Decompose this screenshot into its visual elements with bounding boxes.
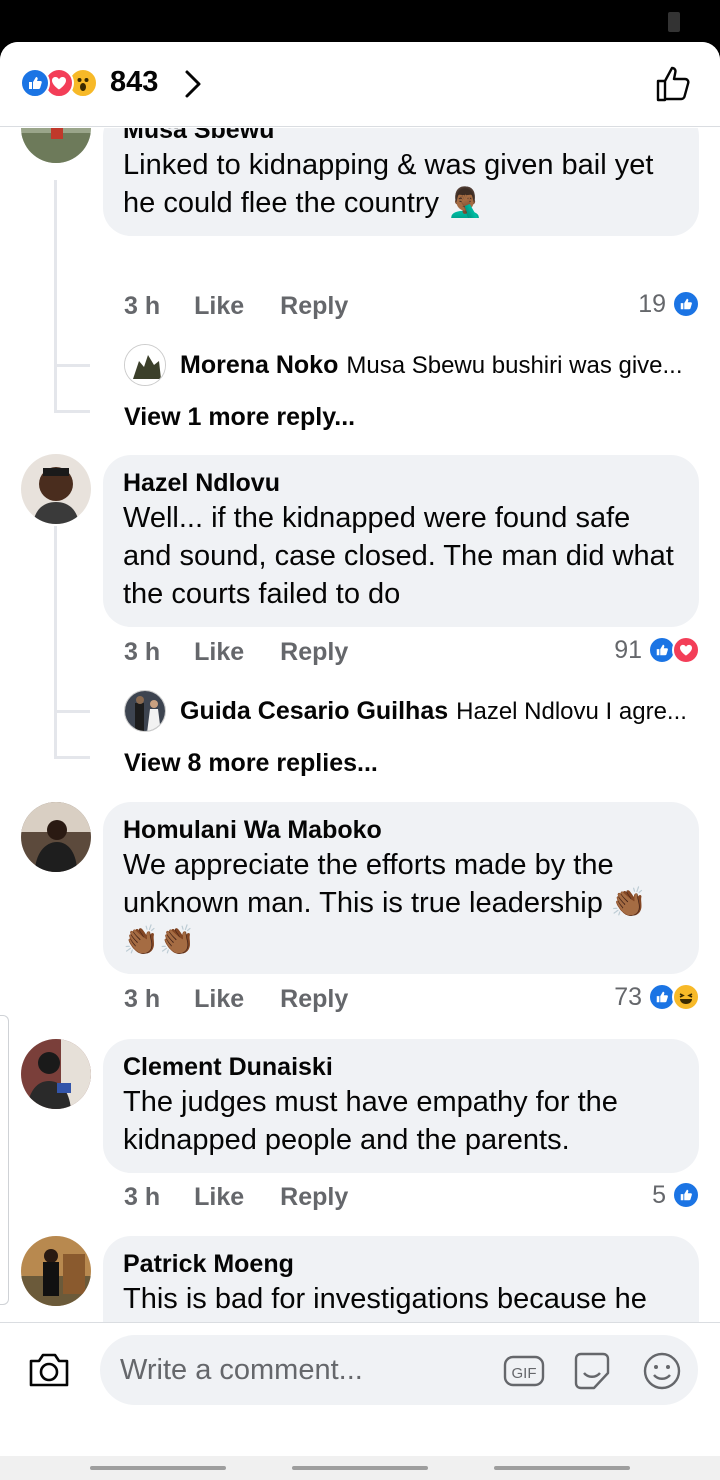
avatar[interactable]: [21, 128, 91, 163]
comment-bubble[interactable]: Hazel Ndlovu Well... if the kidnapped we…: [103, 455, 699, 627]
comment-reactions[interactable]: 73: [614, 977, 700, 1017]
like-icon: [672, 290, 700, 318]
comment-reactions[interactable]: 5: [652, 1175, 700, 1215]
comment-actions: 3 h Like Reply: [124, 286, 348, 326]
comment-text: Linked to kidnapping & was given bail ye…: [123, 149, 654, 219]
comment-reactions[interactable]: 19: [638, 284, 700, 324]
reply-button[interactable]: Reply: [280, 985, 348, 1014]
avatar[interactable]: [124, 690, 166, 732]
status-bar: [0, 0, 720, 44]
view-more-replies-link[interactable]: View 1 more reply...: [124, 401, 355, 433]
sticker-icon[interactable]: [570, 1349, 614, 1393]
like-button[interactable]: Like: [194, 292, 244, 321]
reaction-count[interactable]: 843: [110, 66, 158, 99]
comment-bubble[interactable]: Musa Sbewu Linked to kidnapping & was gi…: [103, 128, 699, 236]
comment-actions: 3 h Like Reply: [124, 632, 348, 672]
comment-author[interactable]: Hazel Ndlovu: [123, 467, 679, 499]
reply-text: Musa Sbewu bushiri was give...: [346, 352, 683, 379]
reaction-number: 73: [614, 982, 642, 1011]
like-button[interactable]: Like: [194, 985, 244, 1014]
reply-author: Guida Cesario Guilhas: [180, 697, 449, 725]
nav-recents-pill[interactable]: [494, 1466, 630, 1470]
reply-button[interactable]: Reply: [280, 1183, 348, 1212]
comment-author[interactable]: Musa Sbewu: [123, 128, 679, 146]
comment-time: 3 h: [124, 984, 161, 1013]
thread-branch: [54, 710, 90, 713]
thread-line: [54, 180, 57, 410]
comment-list: Musa Sbewu Linked to kidnapping & was gi…: [0, 128, 720, 1364]
avatar[interactable]: [21, 1039, 91, 1109]
reaction-number: 91: [614, 635, 642, 664]
reply-preview[interactable]: Morena Noko Musa Sbewu bushiri was give..…: [180, 349, 700, 382]
comment-composer: GIF: [0, 1322, 720, 1414]
chevron-right-icon[interactable]: [180, 66, 206, 102]
comment-input[interactable]: [120, 1349, 490, 1391]
like-icon: [672, 1181, 700, 1209]
comment-text: We appreciate the efforts made by the un…: [123, 849, 647, 957]
comment-bubble[interactable]: Homulani Wa Maboko We appreciate the eff…: [103, 802, 699, 974]
view-more-replies-link[interactable]: View 8 more replies...: [124, 747, 378, 779]
comment-time: 3 h: [124, 291, 161, 320]
thread-line: [54, 526, 57, 758]
nav-home-pill[interactable]: [292, 1466, 428, 1470]
comment-time: 3 h: [124, 637, 161, 666]
like-outline-icon[interactable]: [654, 64, 694, 104]
gif-icon[interactable]: GIF: [502, 1349, 546, 1393]
reply-preview[interactable]: Guida Cesario Guilhas Hazel Ndlovu I agre…: [180, 695, 700, 728]
like-button[interactable]: Like: [194, 1183, 244, 1212]
comment-actions: 3 h Like Reply: [124, 979, 348, 1019]
haha-icon: [672, 983, 700, 1011]
emoji-icon[interactable]: [640, 1349, 684, 1393]
reaction-number: 5: [652, 1180, 666, 1209]
comment-author[interactable]: Homulani Wa Maboko: [123, 814, 679, 846]
gif-label: GIF: [512, 1365, 537, 1382]
comment-input-box[interactable]: GIF: [100, 1335, 698, 1405]
avatar[interactable]: [21, 454, 91, 524]
side-panel-edge: [0, 1015, 9, 1305]
like-icon: [20, 68, 50, 98]
reply-text: Hazel Ndlovu I agre...: [456, 698, 687, 725]
nav-back-pill[interactable]: [90, 1466, 226, 1470]
reply-button[interactable]: Reply: [280, 638, 348, 667]
comment-author[interactable]: Patrick Moeng: [123, 1248, 679, 1280]
system-nav-bar: [0, 1414, 720, 1480]
battery-icon: [668, 12, 680, 32]
comment-actions: 3 h Like Reply: [124, 1177, 348, 1217]
reactions-header: 843: [0, 42, 720, 127]
avatar[interactable]: [21, 802, 91, 872]
comment-reactions[interactable]: 91: [614, 630, 700, 670]
avatar[interactable]: [21, 1236, 91, 1306]
reply-button[interactable]: Reply: [280, 292, 348, 321]
camera-icon[interactable]: [26, 1347, 72, 1393]
reply-author: Morena Noko: [180, 351, 339, 379]
like-button[interactable]: Like: [194, 638, 244, 667]
comment-author[interactable]: Clement Dunaiski: [123, 1051, 679, 1083]
thread-branch: [54, 364, 90, 367]
avatar[interactable]: [124, 344, 166, 386]
comment-text: The judges must have empathy for the kid…: [123, 1086, 618, 1156]
thread-branch: [54, 410, 90, 413]
comment-text: Well... if the kidnapped were found safe…: [123, 502, 674, 610]
love-icon: [672, 636, 700, 664]
comments-sheet: 843 Musa Sbewu Linked to kidnapping & wa…: [0, 42, 720, 1480]
reaction-number: 19: [638, 289, 666, 318]
thread-branch: [54, 756, 90, 759]
comment-time: 3 h: [124, 1182, 161, 1211]
reaction-summary[interactable]: [20, 68, 98, 100]
comment-bubble[interactable]: Clement Dunaiski The judges must have em…: [103, 1039, 699, 1173]
